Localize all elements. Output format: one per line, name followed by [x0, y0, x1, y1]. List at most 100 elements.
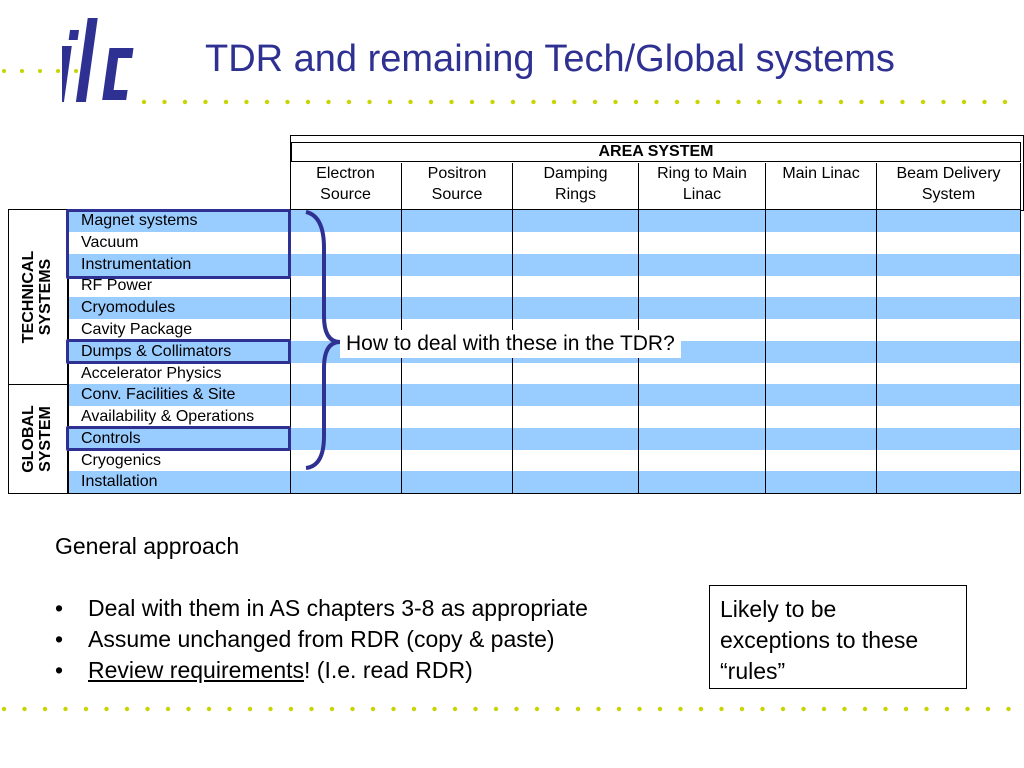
dot: [63, 706, 68, 712]
approach-bullet-list: • Deal with them in AS chapters 3-8 as ap…: [55, 593, 588, 686]
dot: [715, 99, 721, 105]
top-dotted-rule: [141, 99, 1008, 105]
dot: [859, 99, 864, 105]
dot: [719, 706, 724, 712]
row-label-cryomodules: Cryomodules: [81, 299, 176, 316]
list-item: • Review requirements! (I.e. read RDR): [55, 657, 473, 683]
dot: [203, 99, 208, 105]
list-item: • Assume unchanged from RDR (copy & paste…: [55, 626, 555, 652]
dot: [531, 99, 536, 105]
dot: [490, 99, 495, 105]
highlight-box-dumps-collimators: [66, 339, 291, 364]
dot: [449, 99, 454, 105]
dot: [387, 99, 393, 105]
dot: [227, 706, 232, 712]
dot: [1, 706, 7, 712]
dot: [145, 706, 150, 712]
dot: [141, 99, 147, 105]
dot: [124, 706, 130, 712]
dot: [900, 99, 905, 105]
dot: [842, 706, 847, 712]
dot: [879, 99, 885, 105]
dot: [367, 99, 372, 105]
dot: [206, 706, 212, 712]
dot: [305, 99, 311, 105]
column-header-beam-delivery-system: Beam Delivery System: [896, 165, 1001, 203]
dot: [941, 99, 946, 105]
dot: [756, 99, 762, 105]
row-label-cryogenics: Cryogenics: [81, 452, 162, 469]
dot: [883, 706, 888, 712]
dot: [575, 706, 581, 712]
dot: [247, 706, 253, 712]
list-item: • Deal with them in AS chapters 3-8 as ap…: [55, 595, 588, 621]
grid-line: [765, 163, 766, 494]
dot: [493, 706, 499, 712]
dot: [408, 99, 413, 105]
dot: [924, 706, 929, 712]
dot: [1006, 706, 1011, 712]
dot: [801, 706, 806, 712]
column-header-electron-source: Electron Source: [290, 163, 402, 211]
row-label-accelerator-physics: Accelerator Physics: [81, 365, 222, 382]
dot: [264, 99, 270, 105]
row-band: [68, 297, 1020, 319]
dot: [654, 99, 659, 105]
dot: [944, 706, 950, 712]
dot: [739, 706, 745, 712]
dot: [698, 706, 704, 712]
dot: [695, 99, 700, 105]
dot: [370, 706, 376, 712]
callout-text: How to deal with these in the TDR?: [340, 330, 681, 358]
dot: [346, 99, 352, 105]
dot: [411, 706, 417, 712]
review-requirements-link[interactable]: Review requirements: [88, 657, 304, 683]
dot: [83, 706, 89, 712]
dot: [596, 706, 601, 712]
exceptions-note-box: Likely to be exceptions to these “rules”: [709, 585, 967, 689]
dot: [920, 99, 926, 105]
dot: [223, 99, 229, 105]
approach-heading: General approach: [55, 533, 240, 559]
highlight-box-controls: [66, 426, 291, 451]
bottom-dotted-rule: [1, 706, 1011, 712]
dot: [760, 706, 765, 712]
dot: [678, 706, 683, 712]
dot: [780, 706, 786, 712]
row-label-conv-facilities: Conv. Facilities & Site: [81, 386, 236, 403]
dot: [982, 99, 987, 105]
dot: [432, 706, 437, 712]
dot: [838, 99, 844, 105]
slide-title: TDR and remaining Tech/Global systems: [205, 38, 895, 80]
dot: [182, 99, 188, 105]
dot: [452, 706, 458, 712]
grid-line: [8, 493, 1021, 494]
dot: [613, 99, 618, 105]
dot: [514, 706, 519, 712]
dot: [818, 99, 823, 105]
dot: [961, 99, 967, 105]
dot: [572, 99, 577, 105]
dot: [674, 99, 680, 105]
dot: [821, 706, 827, 712]
grid-line: [512, 163, 513, 494]
dot: [1002, 99, 1008, 105]
dot: [797, 99, 803, 105]
ilc-logo-icon: [62, 18, 134, 102]
dot: [268, 706, 273, 712]
dot: [165, 706, 171, 712]
dot: [309, 706, 314, 712]
dot: [285, 99, 290, 105]
dot: [862, 706, 868, 712]
dot: [777, 99, 782, 105]
global-system-label: GLOBAL SYSTEM: [20, 405, 54, 473]
dot: [534, 706, 540, 712]
dot: [391, 706, 396, 712]
grid-line: [1020, 163, 1021, 494]
dot: [510, 99, 516, 105]
dot: [592, 99, 598, 105]
dot: [104, 706, 109, 712]
area-system-label: AREA SYSTEM: [291, 142, 1021, 162]
top-left-dots: [2, 69, 78, 73]
dot: [657, 706, 663, 712]
